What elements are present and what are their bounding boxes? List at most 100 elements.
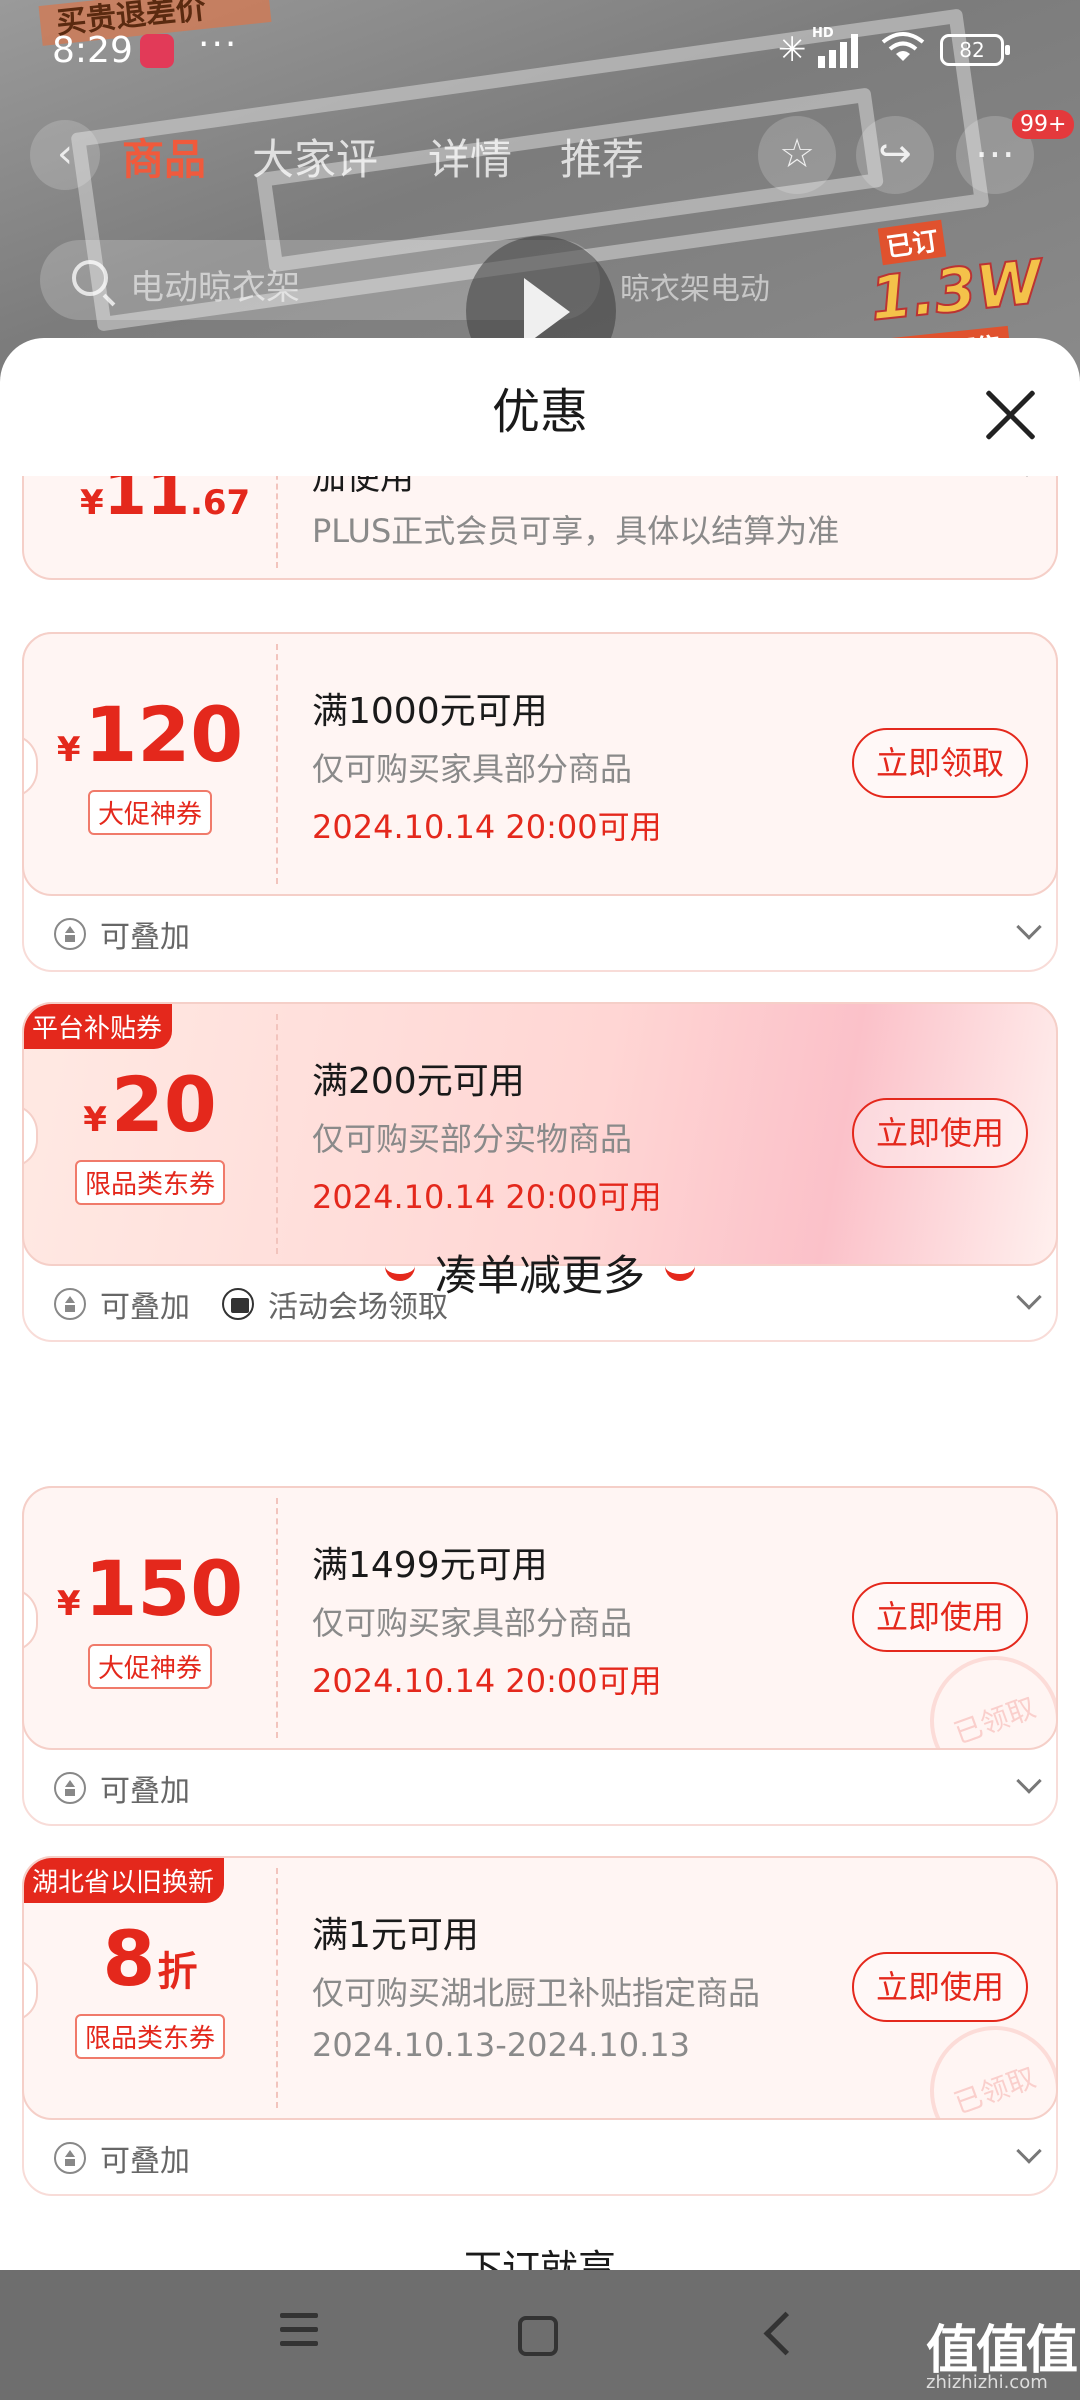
stackable-label: 可叠加 xyxy=(54,1766,190,1810)
coupon-amount: 8折 xyxy=(24,1914,276,2003)
back-nav-icon[interactable] xyxy=(756,2304,796,2366)
currency-symbol: ¥ xyxy=(56,1584,81,1624)
coupon-corner-badge: 湖北省以旧换新 xyxy=(24,1858,225,1903)
app-notification-icon xyxy=(140,34,174,68)
coupon-divider xyxy=(276,1014,278,1254)
coupon-scope: 仅可购买家具部分商品 xyxy=(312,1604,633,1642)
discount-unit: 折 xyxy=(157,1949,198,1995)
coupon-note: PLUS正式会员可享，具体以结算为准 xyxy=(312,512,840,550)
chevron-down-icon[interactable] xyxy=(1016,2138,1042,2164)
coupon-type-tag: 大促神券 xyxy=(87,790,213,835)
back-icon[interactable]: ‹ xyxy=(30,120,100,190)
chevron-right-icon[interactable] xyxy=(1017,476,1037,477)
amount-value: 120 xyxy=(84,690,244,779)
signal-icon xyxy=(818,32,858,68)
coupon-divider xyxy=(276,1868,278,2108)
use-now-button[interactable]: 立即使用 xyxy=(852,1952,1028,2022)
status-time: 8:29 xyxy=(52,30,133,71)
stackable-label: 可叠加 xyxy=(54,2136,190,2180)
stackable-icon xyxy=(54,1772,86,1804)
search-placeholder: 电动晾衣架 xyxy=(130,268,300,308)
claimed-stamp: 已领取 xyxy=(911,2007,1056,2118)
coupon-list[interactable]: ¥11.67 加使用 PLUS正式会员可享，具体以结算为准 ¥120 大促神券 … xyxy=(0,476,1080,2270)
stackable-label: 可叠加 xyxy=(54,912,190,956)
status-bar: 8:29 ··· ✳ HD 82 xyxy=(0,0,1080,100)
share-icon[interactable]: ↪ xyxy=(856,116,934,194)
coupon-footer[interactable]: 可叠加 xyxy=(24,894,1056,970)
coupon-card-plus[interactable]: ¥11.67 加使用 PLUS正式会员可享，具体以结算为准 xyxy=(22,476,1058,580)
amount-value: 20 xyxy=(110,1060,217,1149)
coupon-amount: ¥150 xyxy=(24,1544,276,1633)
coupon-card[interactable]: ¥150 大促神券 满1499元可用 仅可购买家具部分商品 2024.10.14… xyxy=(22,1486,1058,1826)
coupon-scope: 仅可购买部分实物商品 xyxy=(312,1120,633,1158)
product-nav-row: ‹ 商品 大家评 详情 推荐 ☆ ↪ ⋯ 99+ xyxy=(0,110,1080,200)
section-heading: 凑单减更多 xyxy=(0,1242,1080,1303)
discount-sheet: 优惠 ¥11.67 加使用 PLUS正式会员可享，具体以结算为准 ¥120 大促… xyxy=(0,338,1080,2270)
currency-symbol: ¥ xyxy=(80,483,104,523)
coupon-validity: 2024.10.14 20:00可用 xyxy=(312,1178,662,1216)
coupon-amount: ¥120 xyxy=(24,690,276,779)
next-section-heading: 下订就享 xyxy=(463,2247,616,2270)
coupon-condition: 加使用 xyxy=(312,476,414,498)
coupon-scope: 仅可购买家具部分商品 xyxy=(312,750,633,788)
close-icon[interactable] xyxy=(976,380,1046,450)
coupon-type-tag: 限品类东券 xyxy=(74,1160,226,1205)
bluetooth-icon: ✳ xyxy=(778,30,807,70)
claim-now-button[interactable]: 立即领取 xyxy=(852,728,1028,798)
watermark-url: zhizhizhi.com xyxy=(926,2372,1048,2393)
amount-value: 11 xyxy=(103,476,190,529)
coupon-validity: 2024.10.14 20:00可用 xyxy=(312,808,662,846)
favorite-star-icon[interactable]: ☆ xyxy=(758,116,836,194)
coupon-condition: 满200元可用 xyxy=(312,1061,525,1102)
amount-value: 8 xyxy=(102,1914,156,2003)
coupon-divider xyxy=(276,644,278,884)
coupon-corner-badge: 平台补贴券 xyxy=(24,1004,173,1049)
stackable-icon xyxy=(54,918,86,950)
coupon-scope: 仅可购买湖北厨卫补贴指定商品 xyxy=(312,1974,761,2012)
smile-icon xyxy=(384,1265,415,1281)
coupon-type-tag: 限品类东券 xyxy=(74,2014,226,2059)
coupon-condition: 满1元可用 xyxy=(312,1915,479,1956)
stackable-icon xyxy=(54,2142,86,2174)
stackable-text: 可叠加 xyxy=(100,1774,190,1809)
use-now-button[interactable]: 立即使用 xyxy=(852,1098,1028,1168)
use-now-button[interactable]: 立即使用 xyxy=(852,1582,1028,1652)
coupon-amount: ¥20 xyxy=(24,1060,276,1149)
recent-apps-icon[interactable] xyxy=(280,2304,326,2366)
currency-symbol: ¥ xyxy=(56,730,81,770)
sheet-title: 优惠 xyxy=(491,384,588,440)
section-title-text: 凑单减更多 xyxy=(434,1251,645,1300)
system-nav-bar xyxy=(0,2270,1080,2400)
coupon-validity: 2024.10.14 20:00可用 xyxy=(312,1662,662,1700)
tab-recommend[interactable]: 推荐 xyxy=(560,126,644,187)
coupon-amount: ¥11.67 xyxy=(80,476,250,529)
stackable-text: 可叠加 xyxy=(100,920,190,955)
video-caption: 晾衣架电动 xyxy=(620,272,770,307)
battery-icon: 82 xyxy=(940,34,1010,66)
chevron-down-icon[interactable] xyxy=(1016,914,1042,940)
coupon-type-tag: 大促神券 xyxy=(87,1644,213,1689)
chevron-down-icon[interactable] xyxy=(1016,1768,1042,1794)
coupon-card[interactable]: 8折 限品类东券 湖北省以旧换新 满1元可用 仅可购买湖北厨卫补贴指定商品 20… xyxy=(22,1856,1058,2196)
coupon-card[interactable]: ¥120 大促神券 满1000元可用 仅可购买家具部分商品 2024.10.14… xyxy=(22,632,1058,972)
tab-product[interactable]: 商品 xyxy=(122,126,206,187)
smile-icon xyxy=(665,1265,695,1281)
claimed-stamp: 已领取 xyxy=(911,1637,1056,1748)
currency-symbol: ¥ xyxy=(83,1100,107,1140)
coupon-footer[interactable]: 可叠加 xyxy=(24,2118,1056,2194)
more-notifications-icon: ··· xyxy=(198,24,239,65)
home-icon[interactable] xyxy=(514,2304,558,2366)
wifi-icon xyxy=(881,32,925,61)
coupon-divider xyxy=(276,1498,278,1738)
message-count-badge: 99+ xyxy=(1012,110,1075,139)
stackable-text: 可叠加 xyxy=(100,2144,190,2179)
coupon-condition: 满1000元可用 xyxy=(312,691,548,732)
tab-details[interactable]: 详情 xyxy=(428,126,512,187)
amount-decimal: .67 xyxy=(189,483,251,523)
coupon-condition: 满1499元可用 xyxy=(312,1545,548,1586)
search-icon xyxy=(72,260,108,296)
tab-reviews[interactable]: 大家评 xyxy=(252,126,378,187)
coupon-footer[interactable]: 可叠加 xyxy=(24,1748,1056,1824)
coupon-validity: 2024.10.13-2024.10.13 xyxy=(312,2026,690,2064)
amount-value: 150 xyxy=(84,1544,244,1633)
